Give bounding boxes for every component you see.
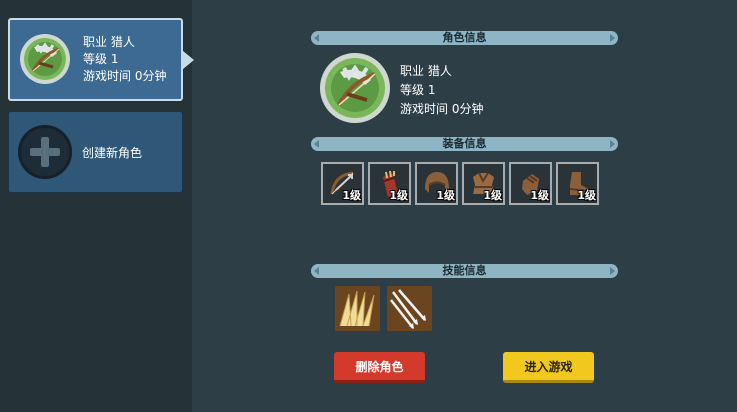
info-level-label: 等级 1 — [400, 83, 436, 97]
equipment-level: 1级 — [483, 189, 502, 202]
create-character-label: 创建新角色 — [82, 146, 143, 160]
character-class-label: 职业 猎人 — [83, 35, 135, 49]
character-slot-text: 职业 猎人 等级 1 游戏时间 0分钟 — [83, 34, 166, 85]
skill-slot-multi-shot[interactable] — [387, 286, 432, 331]
equipment-level: 1级 — [530, 189, 549, 202]
skill-row — [335, 286, 432, 331]
skill-info-title: 技能信息 — [442, 264, 487, 277]
character-slot-hunter[interactable]: 职业 猎人 等级 1 游戏时间 0分钟 — [8, 18, 183, 101]
skill-slot-arrow-volley[interactable] — [335, 286, 380, 331]
create-character-button[interactable]: 创建新角色 — [8, 111, 183, 193]
equipment-level: 1级 — [577, 189, 596, 202]
equipment-level: 1级 — [436, 189, 455, 202]
equipment-info-title: 装备信息 — [442, 137, 487, 150]
character-playtime-label: 游戏时间 0分钟 — [83, 69, 167, 83]
plus-icon — [18, 125, 72, 179]
equipment-slot-bow[interactable]: 1级 — [321, 162, 364, 205]
enter-game-button[interactable]: 进入游戏 — [503, 352, 594, 383]
multi-shot-icon — [387, 286, 432, 331]
equipment-level: 1级 — [342, 189, 361, 202]
hunter-bow-icon — [20, 34, 70, 84]
character-info-title: 角色信息 — [442, 31, 487, 44]
hunter-portrait-icon — [320, 53, 390, 123]
equipment-slot-helmet[interactable]: 1级 — [415, 162, 458, 205]
skill-info-header: 技能信息 — [311, 264, 618, 278]
arrow-volley-icon — [335, 286, 380, 331]
equipment-level: 1级 — [389, 189, 408, 202]
equipment-slot-boots[interactable]: 1级 — [556, 162, 599, 205]
info-playtime-label: 游戏时间 0分钟 — [400, 102, 484, 116]
equipment-row: 1级 1级 1级 1级 1级 1级 — [321, 162, 599, 205]
character-info-header: 角色信息 — [311, 31, 618, 45]
equipment-slot-armor[interactable]: 1级 — [462, 162, 505, 205]
character-info-text: 职业 猎人 等级 1 游戏时间 0分钟 — [400, 62, 483, 119]
delete-character-button[interactable]: 删除角色 — [334, 352, 425, 383]
info-class-label: 职业 猎人 — [400, 64, 452, 78]
equipment-slot-gloves[interactable]: 1级 — [509, 162, 552, 205]
selected-arrow-icon — [183, 51, 194, 69]
equipment-info-header: 装备信息 — [311, 137, 618, 151]
equipment-slot-quiver[interactable]: 1级 — [368, 162, 411, 205]
character-level-label: 等级 1 — [83, 52, 119, 66]
